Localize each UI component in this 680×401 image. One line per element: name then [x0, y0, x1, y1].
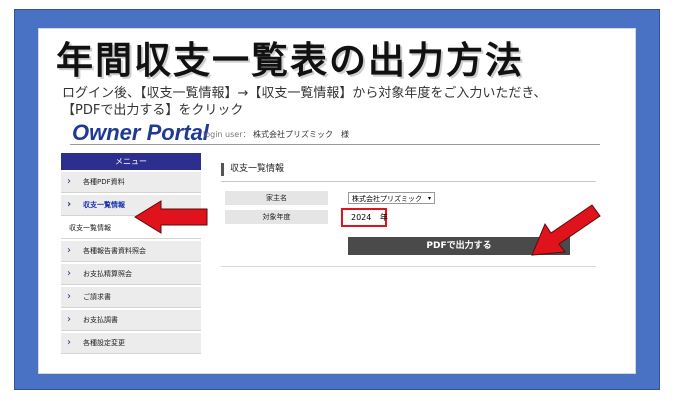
annotation-arrows	[134, 200, 601, 256]
arrow-left-icon	[134, 200, 208, 234]
arrow-down-left-icon	[531, 204, 601, 256]
